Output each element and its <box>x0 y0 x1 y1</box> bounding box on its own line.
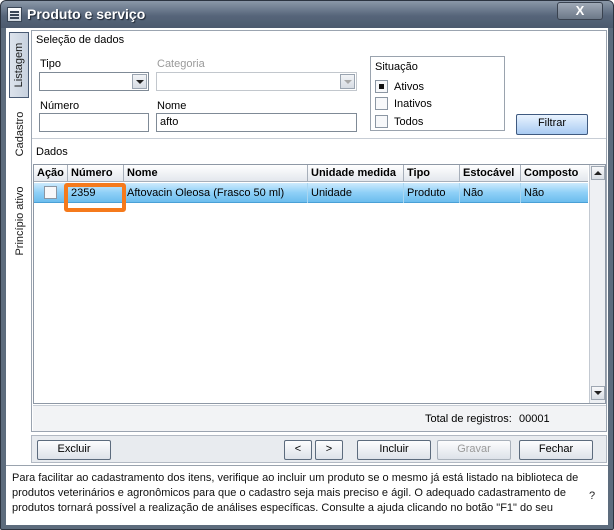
nome-input[interactable]: afto <box>156 113 357 132</box>
window: Produto e serviço X Listagem Cadastro Pr… <box>0 0 614 530</box>
cell-estocavel: Não <box>460 183 521 203</box>
dados-caption: Dados <box>36 146 68 158</box>
column-header-acao[interactable]: Ação <box>34 165 68 182</box>
row-checkbox[interactable] <box>44 186 57 199</box>
nome-label: Nome <box>157 100 187 112</box>
categoria-label: Categoria <box>157 58 205 70</box>
help-text: Para facilitar ao cadastramento dos iten… <box>12 472 579 514</box>
tab-listagem-label: Listagem <box>13 42 25 88</box>
tab-cadastro-label: Cadastro <box>13 111 26 157</box>
column-header-tipo[interactable]: Tipo <box>404 165 460 182</box>
tipo-label: Tipo <box>40 58 61 70</box>
inativos-checkbox[interactable] <box>375 97 388 110</box>
window-icon <box>7 7 22 22</box>
column-header-unidade[interactable]: Unidade medida <box>308 165 404 182</box>
tab-cadastro[interactable]: Cadastro <box>9 104 29 164</box>
total-label: Total de registros: <box>425 413 512 425</box>
fechar-button[interactable]: Fechar <box>519 440 593 460</box>
ativos-label: Ativos <box>394 81 424 93</box>
numero-input[interactable] <box>39 113 149 132</box>
close-button[interactable]: X <box>557 2 603 20</box>
cell-composto: Não <box>524 187 545 199</box>
column-header-nome[interactable]: Nome <box>124 165 308 182</box>
cell-nome: Aftovacin Oleosa (Frasco 50 ml) <box>124 183 308 203</box>
next-button[interactable]: > <box>315 440 343 460</box>
vertical-scrollbar[interactable] <box>589 165 605 403</box>
title-bar[interactable]: Produto e serviço X <box>1 1 613 28</box>
todos-checkbox[interactable] <box>375 115 388 128</box>
scroll-down-icon[interactable] <box>591 386 605 400</box>
grid-header: Ação Número Nome Unidade medida Tipo Est… <box>34 165 588 182</box>
tipo-select[interactable] <box>39 72 149 91</box>
window-title: Produto e serviço <box>27 6 146 22</box>
excluir-button[interactable]: Excluir <box>37 440 111 460</box>
selection-section: Seleção de dados Tipo Categoria Número N… <box>32 31 606 139</box>
categoria-select[interactable] <box>156 72 357 91</box>
tab-principio-ativo[interactable]: Princípio ativo <box>9 178 29 264</box>
highlight-box <box>64 183 126 212</box>
chevron-down-icon[interactable] <box>340 74 355 89</box>
column-header-numero[interactable]: Número <box>68 165 124 182</box>
selection-caption: Seleção de dados <box>36 34 125 46</box>
cell-acao <box>34 183 68 203</box>
cell-tipo: Produto <box>404 183 460 203</box>
column-header-estocavel[interactable]: Estocável <box>460 165 521 182</box>
chevron-down-icon[interactable] <box>132 74 147 89</box>
numero-label: Número <box>40 100 80 112</box>
prev-button[interactable]: < <box>284 440 312 460</box>
client-area: Listagem Cadastro Princípio ativo Seleçã… <box>6 28 608 525</box>
total-bar: Total de registros: 00001 <box>33 405 606 431</box>
situacao-caption: Situação <box>375 61 418 73</box>
main-panel: Seleção de dados Tipo Categoria Número N… <box>31 30 607 432</box>
incluir-button[interactable]: Incluir <box>357 440 431 460</box>
tab-listagem[interactable]: Listagem <box>9 32 29 98</box>
filter-button[interactable]: Filtrar <box>516 114 588 135</box>
inativos-label: Inativos <box>394 98 432 110</box>
data-grid: Ação Número Nome Unidade medida Tipo Est… <box>33 164 606 404</box>
total-value: 00001 <box>519 413 550 425</box>
situacao-group: Situação Ativos Inativos Todos <box>370 56 505 131</box>
bottom-toolbar: Excluir < > Incluir Gravar Fechar <box>31 435 607 463</box>
help-question-icon[interactable]: ? <box>589 490 595 502</box>
cell-unidade: Unidade <box>308 183 404 203</box>
scroll-up-icon[interactable] <box>591 166 605 180</box>
gravar-button[interactable]: Gravar <box>437 440 511 460</box>
todos-label: Todos <box>394 116 424 128</box>
ativos-checkbox[interactable] <box>375 80 388 93</box>
help-panel: Para facilitar ao cadastramento dos iten… <box>6 465 608 525</box>
column-header-composto[interactable]: Composto <box>521 165 588 182</box>
tab-principio-ativo-label: Princípio ativo <box>13 186 26 256</box>
